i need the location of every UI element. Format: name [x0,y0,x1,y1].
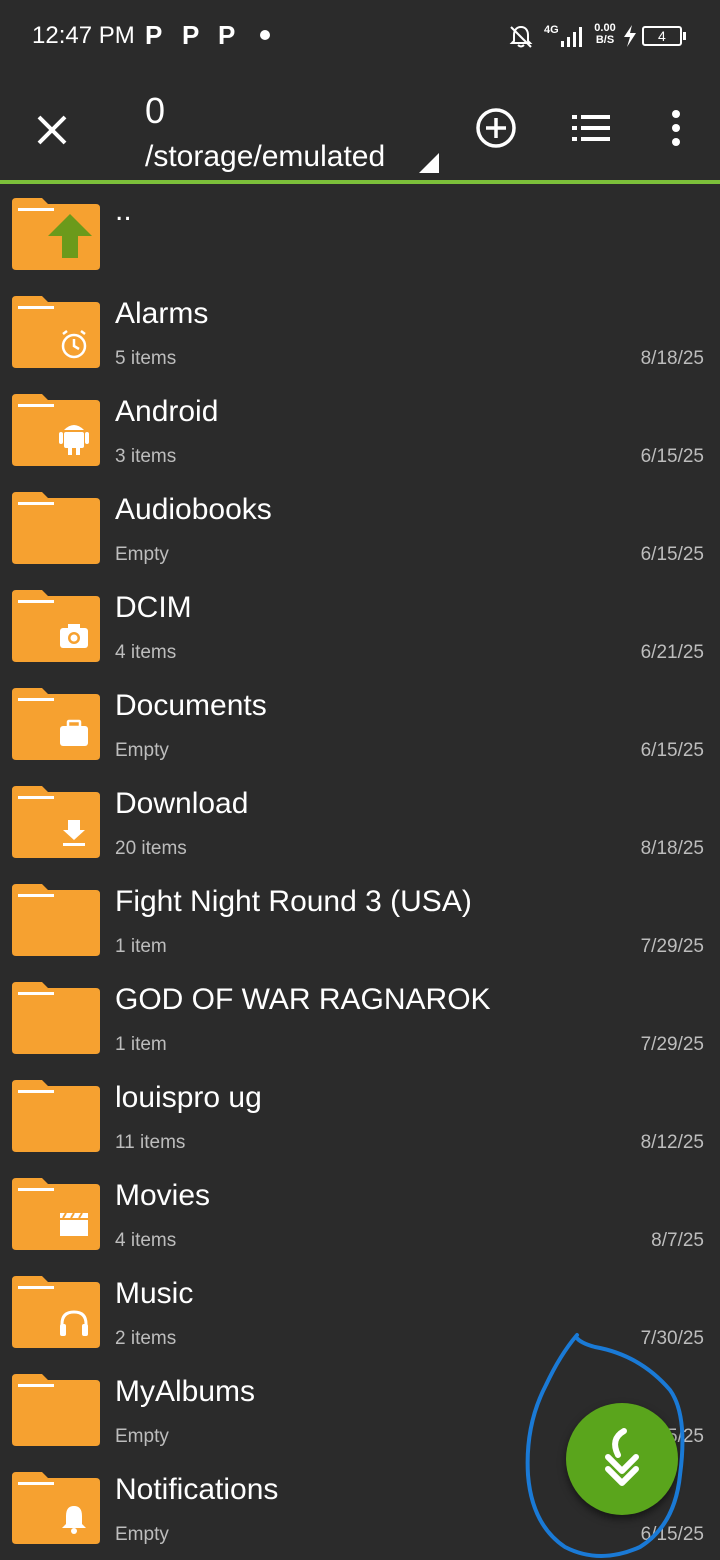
folder-icon [12,1178,100,1250]
folder-row[interactable]: Download 20 items 8/18/25 [0,772,720,870]
folder-item-count: 4 items [115,1230,177,1251]
folder-name: Music [115,1277,194,1310]
folder-date: 8/18/25 [640,348,704,369]
folder-name: Audiobooks [115,493,272,526]
folder-icon [12,1374,100,1446]
battery-icon: 4 [642,26,682,46]
folder-row[interactable]: Audiobooks Empty 6/15/25 [0,478,720,576]
folder-date: 6/15/25 [640,446,704,467]
path-dropdown-icon[interactable] [418,152,440,174]
signal-icon [561,27,582,47]
folder-up-icon [12,198,100,270]
folder-row[interactable]: Alarms 5 items 8/18/25 [0,282,720,380]
folder-row[interactable]: Music 2 items 7/30/25 [0,1262,720,1360]
more-notifications-dot [260,30,270,40]
folder-name: Movies [115,1179,211,1212]
folder-item-count: Empty [115,1524,169,1545]
status-time: 12:47 PM [32,22,135,49]
folder-name: Fight Night Round 3 (USA) [115,885,472,918]
close-icon[interactable] [30,108,74,152]
add-circle-icon[interactable] [474,106,518,150]
folder-date: 8/12/25 [640,1132,704,1153]
folder-item-count: 5 items [115,348,177,369]
notification-p-icon: P [182,20,200,50]
selection-count: 0 [145,90,166,131]
folder-date: 7/29/25 [640,936,704,957]
folder-row[interactable]: DCIM 4 items 6/21/25 [0,576,720,674]
folder-icon [12,296,100,368]
file-list[interactable]: .. Alarms 5 items 8/18/25 Android 3 items 6/1… [0,184,720,1560]
folder-name: louispro ug [115,1081,262,1114]
status-bar: 12:47 PM P P P 4G 0.00 B/S 4 [0,0,720,72]
folder-item-count: 4 items [115,642,177,663]
data-rate-unit: B/S [595,34,615,46]
folder-icon [12,884,100,956]
folder-row[interactable]: louispro ug 11 items 8/12/25 [0,1066,720,1164]
folder-date: 7/30/25 [640,1328,704,1349]
toolbar: 0 /storage/emulated [0,72,720,180]
folder-date: 8/18/25 [640,838,704,859]
folder-item-count: 20 items [115,838,187,859]
folder-date: 6/15/25 [640,1524,704,1545]
folder-name: Alarms [115,297,209,330]
folder-date: 6/21/25 [640,642,704,663]
folder-name: MyAlbums [115,1375,256,1408]
folder-item-count: 2 items [115,1328,177,1349]
folder-row[interactable]: Documents Empty 6/15/25 [0,674,720,772]
folder-item-count: 1 item [115,936,167,957]
folder-icon [12,786,100,858]
folder-date: 6/15/25 [640,740,704,761]
folder-icon [12,1276,100,1348]
charging-icon [624,25,636,47]
folder-icon [12,688,100,760]
folder-date: 8/7/25 [651,1230,704,1251]
battery-tip [683,32,686,40]
folder-name: Notifications [115,1473,279,1506]
notification-p-icon: P [145,20,163,50]
folder-row[interactable]: Movies 4 items 8/7/25 [0,1164,720,1262]
list-view-icon[interactable] [572,110,612,146]
folder-icon [12,590,100,662]
double-down-arrow-icon [605,1428,639,1486]
folder-item-count: Empty [115,740,169,761]
folder-name: DCIM [115,591,192,624]
parent-directory-row[interactable]: .. [0,184,720,282]
folder-item-count: Empty [115,1426,169,1447]
folder-name: Android [115,395,219,428]
data-rate: 0.00 B/S [590,22,620,46]
folder-row[interactable]: Android 3 items 6/15/25 [0,380,720,478]
battery-level: 4 [658,28,666,44]
folder-icon [12,1080,100,1152]
parent-directory-label: .. [115,194,132,227]
folder-icon [12,492,100,564]
download-fab[interactable] [566,1403,678,1515]
folder-icon [12,982,100,1054]
folder-name: GOD OF WAR RAGNAROK [115,983,491,1016]
folder-item-count: 3 items [115,446,177,467]
folder-row[interactable]: Fight Night Round 3 (USA) 1 item 7/29/25 [0,870,720,968]
folder-name: Documents [115,689,267,722]
folder-item-count: 11 items [115,1132,186,1153]
notification-p-icon: P [218,20,236,50]
folder-date: 6/15/25 [640,544,704,565]
mute-bell-icon [509,25,533,48]
current-path[interactable]: /storage/emulated [145,140,385,174]
network-type: 4G [544,24,559,36]
more-vert-icon[interactable] [664,108,688,148]
folder-icon [12,394,100,466]
folder-item-count: Empty [115,544,169,565]
folder-name: Download [115,787,249,820]
folder-row[interactable]: GOD OF WAR RAGNAROK 1 item 7/29/25 [0,968,720,1066]
folder-item-count: 1 item [115,1034,167,1055]
folder-date: 7/29/25 [640,1034,704,1055]
data-rate-value: 0.00 [594,22,616,34]
folder-icon [12,1472,100,1544]
